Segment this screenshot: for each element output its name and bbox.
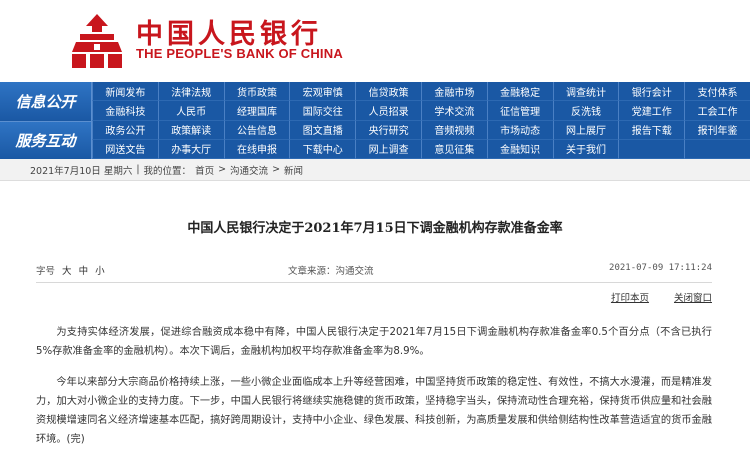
breadcrumb-separator: | [136, 164, 140, 175]
font-size-small[interactable]: 小 [95, 266, 105, 277]
nav-item[interactable]: 反洗钱 [552, 101, 619, 121]
nav-item[interactable]: 支付体系 [684, 82, 750, 102]
breadcrumb: 2021年7月10日 星期六 | 我的位置： 首页 > 沟通交流 > 新闻 [0, 159, 750, 181]
article-body: 为支持实体经济发展，促进综合融资成本稳中有降，中国人民银行决定于2021年7月1… [36, 323, 712, 461]
article-title: 中国人民银行决定于2021年7月15日下调金融机构存款准备金率 [187, 221, 563, 236]
nav-item[interactable]: 人民币 [157, 101, 224, 121]
nav-item[interactable]: 报告下载 [618, 120, 685, 140]
nav-item[interactable]: 意见征集 [420, 139, 487, 159]
nav-empty-cell [618, 139, 685, 159]
breadcrumb-arrow: > [218, 164, 227, 175]
nav-item[interactable]: 银行会计 [618, 82, 685, 102]
logo-english-name[interactable]: THE PEOPLE'S BANK OF CHINA [136, 46, 343, 61]
nav-item[interactable]: 金融知识 [486, 139, 553, 159]
article: 中国人民银行决定于2021年7月15日下调金融机构存款准备金率 字号 大 中 小… [0, 181, 750, 467]
nav-item[interactable]: 金融科技 [92, 101, 158, 121]
nav-item[interactable]: 音频视频 [420, 120, 487, 140]
nav-item[interactable]: 金融稳定 [486, 82, 553, 102]
breadcrumb-item-home[interactable]: 首页 [195, 163, 214, 177]
font-size-label: 字号 [36, 266, 56, 277]
nav-item[interactable]: 宏观审慎 [289, 82, 356, 102]
nav-item[interactable]: 关于我们 [552, 139, 619, 159]
nav-item[interactable]: 新闻发布 [92, 82, 158, 102]
nav-item[interactable]: 办事大厅 [157, 139, 224, 159]
article-source: 文章来源：沟通交流 [288, 266, 374, 277]
article-paragraph: 今年以来部分大宗商品价格持续上涨，一些小微企业面临成本上升等经营困难，中国坚持货… [36, 377, 712, 445]
nav-item[interactable]: 工会工作 [684, 101, 750, 121]
nav-item[interactable]: 货币政策 [223, 82, 290, 102]
main-navigation: 信息公开 服务互动 新闻发布 法律法规 货币政策 宏观审慎 信贷政策 金融市场 金融稳定 调查… [0, 82, 750, 159]
nav-item[interactable]: 网上调查 [355, 139, 421, 159]
article-date: 2021-07-09 17:11:24 [609, 263, 712, 273]
meta-divider [36, 282, 712, 283]
nav-grid: 新闻发布 法律法规 货币政策 宏观审慎 信贷政策 金融市场 金融稳定 调查统计 银行会计 支付体系… [92, 82, 750, 159]
nav-item[interactable]: 网上展厅 [552, 120, 619, 140]
nav-item[interactable]: 党建工作 [618, 101, 685, 121]
nav-item[interactable]: 信贷政策 [355, 82, 421, 102]
site-header: 中国人民银行 THE PEOPLE'S BANK OF CHINA [0, 0, 750, 82]
nav-block-service-interaction[interactable]: 服务互动 [0, 121, 92, 159]
nav-item[interactable]: 经理国库 [223, 101, 290, 121]
nav-item[interactable]: 政策解读 [157, 120, 224, 140]
article-paragraph: 为支持实体经济发展，促进综合融资成本稳中有降，中国人民银行决定于2021年7月1… [36, 327, 712, 357]
print-page-link[interactable]: 打印本页 [611, 293, 649, 304]
font-size-large[interactable]: 大 [62, 266, 72, 277]
nav-empty-cell [684, 139, 750, 159]
nav-item[interactable]: 学术交流 [420, 101, 487, 121]
nav-item[interactable]: 在线申报 [223, 139, 290, 159]
nav-item[interactable]: 政务公开 [92, 120, 158, 140]
close-window-link[interactable]: 关闭窗口 [674, 290, 712, 304]
nav-item[interactable]: 央行研究 [355, 120, 421, 140]
nav-block-info-disclosure[interactable]: 信息公开 [0, 82, 92, 121]
nav-item[interactable]: 网送文告 [92, 139, 158, 159]
current-date: 2021年7月10日 星期六 [30, 165, 133, 177]
location-label: 我的位置： [143, 165, 192, 177]
pboc-emblem-icon[interactable] [68, 12, 126, 70]
nav-item[interactable]: 下载中心 [289, 139, 356, 159]
nav-item[interactable]: 市场动态 [486, 120, 553, 140]
nav-item[interactable]: 国际交往 [289, 101, 356, 121]
nav-item[interactable]: 法律法规 [157, 82, 224, 102]
article-actions: 打印本页 关闭窗口 [589, 290, 712, 304]
nav-item[interactable]: 报刊年鉴 [684, 120, 750, 140]
breadcrumb-arrow: > [272, 164, 281, 175]
nav-item[interactable]: 图文直播 [289, 120, 356, 140]
nav-item[interactable]: 人员招录 [355, 101, 421, 121]
font-size-control: 字号 大 中 小 [36, 263, 105, 277]
nav-item[interactable]: 调查统计 [552, 82, 619, 102]
article-meta: 字号 大 中 小 文章来源：沟通交流 2021-07-09 17:11:24 [36, 263, 712, 279]
font-size-medium[interactable]: 中 [79, 266, 89, 277]
nav-item[interactable]: 公告信息 [223, 120, 290, 140]
nav-item[interactable]: 金融市场 [420, 82, 487, 102]
nav-item[interactable]: 征信管理 [486, 101, 553, 121]
breadcrumb-item-communication[interactable]: 沟通交流 [230, 163, 268, 177]
breadcrumb-item-news[interactable]: 新闻 [284, 163, 303, 177]
